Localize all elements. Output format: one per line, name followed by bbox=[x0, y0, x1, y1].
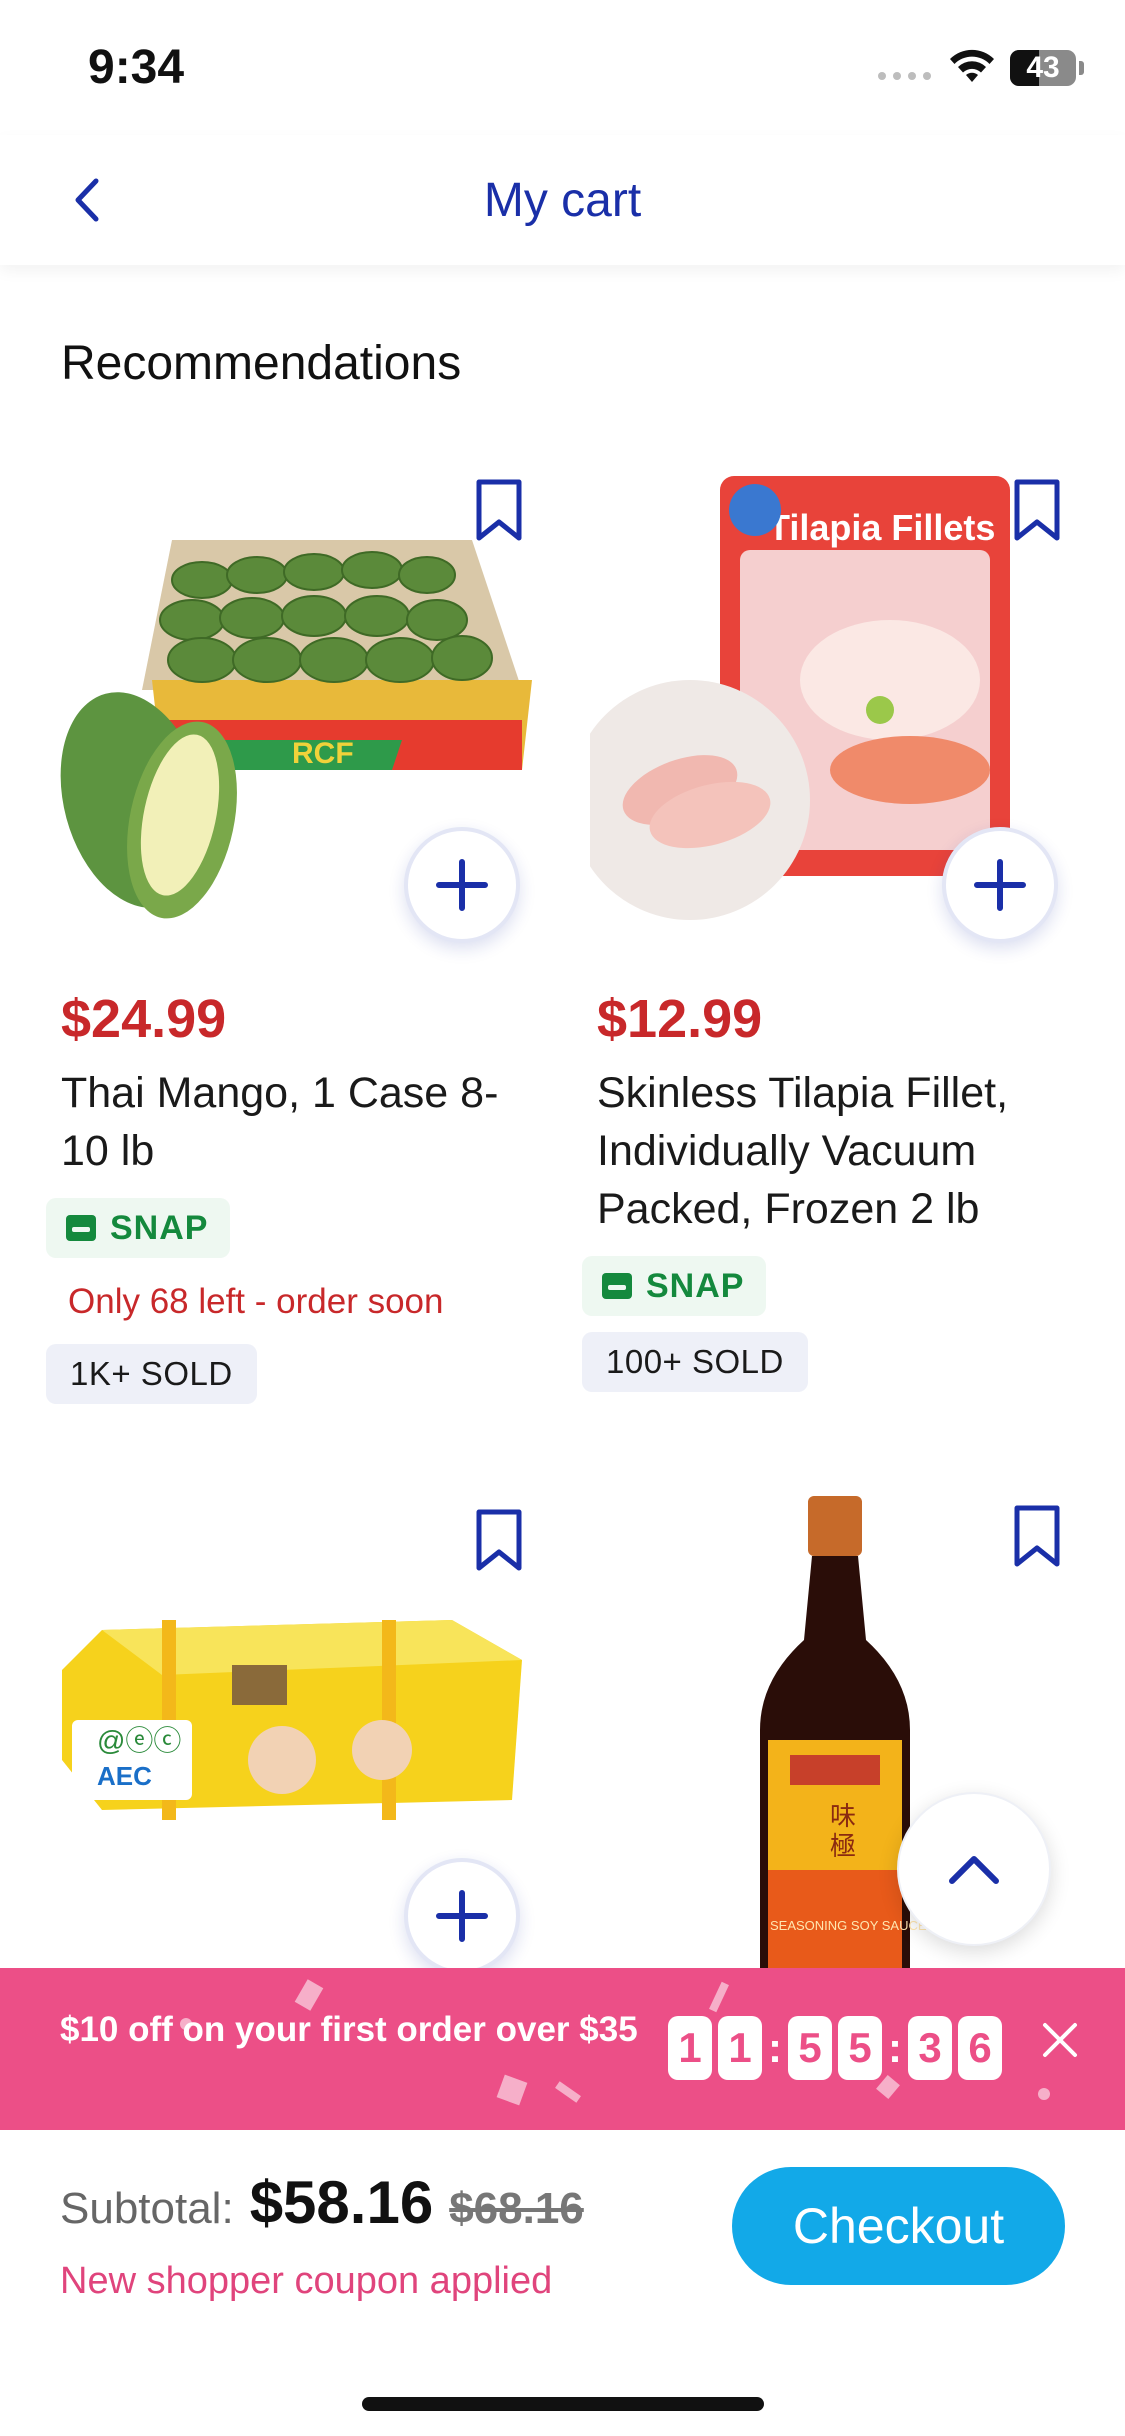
stock-warning: Only 68 left - order soon bbox=[68, 1282, 444, 1321]
plus-icon bbox=[974, 859, 1026, 911]
status-time: 9:34 bbox=[88, 41, 185, 94]
snap-label: SNAP bbox=[110, 1208, 209, 1247]
sold-badge: 1K+ SOLD bbox=[46, 1344, 257, 1404]
add-to-cart-button[interactable] bbox=[404, 1858, 520, 1968]
chevron-up-icon bbox=[949, 1856, 999, 1884]
confetti bbox=[496, 2074, 528, 2106]
snap-badge: SNAP bbox=[46, 1198, 231, 1258]
bottle-label: SEASONING SOY SAUCE bbox=[770, 1918, 927, 1933]
timer-digit: 3 bbox=[908, 2016, 952, 2080]
plus-icon bbox=[436, 1890, 488, 1942]
product-card-3[interactable]: @ⓔⓒ AEC bbox=[52, 1500, 552, 1968]
timer-digit: 6 bbox=[958, 2016, 1002, 2080]
product-card-tilapia[interactable]: Tilapia Fillets $12.99 Skinless Tilapia … bbox=[582, 470, 1090, 1420]
timer-digit: 5 bbox=[788, 2016, 832, 2080]
status-bar: 9:34 43 bbox=[0, 0, 1125, 135]
product-card-thai-mango[interactable]: RCF $24.99 Thai Mango, 1 Case 8-10 lb SN… bbox=[46, 470, 552, 1420]
coupon-applied-text: New shopper coupon applied bbox=[60, 2260, 553, 2302]
svg-text:RCF: RCF bbox=[292, 737, 354, 770]
product-price: $24.99 bbox=[61, 989, 227, 1049]
plus-icon bbox=[436, 859, 488, 911]
product-price: $12.99 bbox=[597, 989, 763, 1049]
cart-footer: Subtotal: $58.16 $68.16 New shopper coup… bbox=[0, 2130, 1125, 2436]
package-label: Tilapia Fillets bbox=[768, 507, 995, 548]
product-name: Thai Mango, 1 Case 8-10 lb bbox=[61, 1069, 499, 1175]
recommendations-title: Recommendations bbox=[61, 337, 462, 390]
close-icon bbox=[1043, 2023, 1077, 2057]
svg-text:味: 味 bbox=[830, 1802, 856, 1832]
battery-icon: 43 bbox=[1010, 50, 1076, 86]
battery-level: 43 bbox=[1026, 51, 1060, 84]
timer-digit: 5 bbox=[838, 2016, 882, 2080]
snap-label: SNAP bbox=[646, 1266, 745, 1305]
app-header: My cart bbox=[0, 135, 1125, 265]
product-name: Skinless Tilapia Fillet, Individually Va… bbox=[597, 1069, 1009, 1233]
promo-text: $10 off on your first order over $35 bbox=[60, 2010, 638, 2049]
bookmark-icon[interactable] bbox=[469, 476, 529, 546]
subtotal-label: Subtotal: bbox=[60, 2184, 234, 2233]
box-brand: AEC bbox=[97, 1761, 152, 1791]
bookmark-icon[interactable] bbox=[1007, 476, 1067, 546]
snap-card-icon bbox=[66, 1215, 96, 1241]
confetti bbox=[709, 1981, 729, 2013]
wifi-icon bbox=[950, 49, 994, 82]
countdown-timer: 1 1 : 5 5 : 3 6 bbox=[668, 2016, 1002, 2080]
cellular-signal-icon bbox=[878, 72, 931, 80]
bookmark-icon[interactable] bbox=[1007, 1502, 1067, 1572]
home-indicator[interactable] bbox=[362, 2397, 764, 2411]
confetti bbox=[555, 2081, 581, 2103]
add-to-cart-button[interactable] bbox=[404, 827, 520, 943]
subtotal-row: Subtotal: $58.16 $68.16 bbox=[60, 2168, 584, 2237]
svg-text:極: 極 bbox=[830, 1832, 856, 1862]
snap-card-icon bbox=[602, 1273, 632, 1299]
sold-badge: 100+ SOLD bbox=[582, 1332, 808, 1392]
subtotal-value: $58.16 bbox=[249, 2169, 434, 2236]
timer-digit: 1 bbox=[668, 2016, 712, 2080]
svg-text:@ⓔⓒ: @ⓔⓒ bbox=[97, 1725, 181, 1756]
close-promo-button[interactable] bbox=[1032, 2012, 1088, 2068]
promo-banner[interactable]: $10 off on your first order over $35 1 1… bbox=[0, 1968, 1125, 2130]
add-to-cart-button[interactable] bbox=[942, 827, 1058, 943]
confetti bbox=[1038, 2088, 1050, 2100]
checkout-button[interactable]: Checkout bbox=[732, 2167, 1065, 2285]
original-price: $68.16 bbox=[449, 2184, 584, 2233]
snap-badge: SNAP bbox=[582, 1256, 767, 1316]
timer-digit: 1 bbox=[718, 2016, 762, 2080]
bookmark-icon[interactable] bbox=[469, 1506, 529, 1576]
page-title: My cart bbox=[483, 174, 642, 227]
scroll-to-top-button[interactable] bbox=[897, 1792, 1051, 1946]
